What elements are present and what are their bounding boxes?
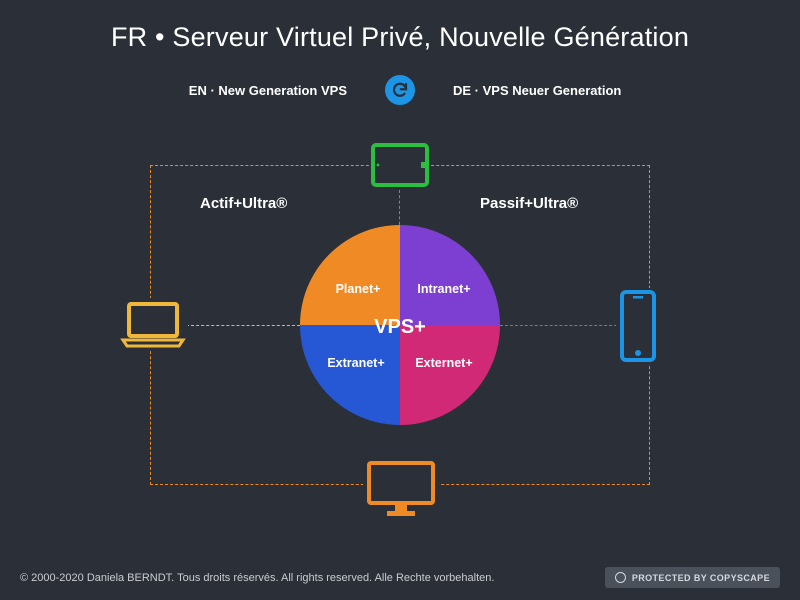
desktop-icon bbox=[363, 460, 439, 518]
category-right: Passif+Ultra® bbox=[480, 195, 578, 212]
laptop-icon bbox=[118, 298, 188, 350]
refresh-icon[interactable] bbox=[385, 75, 415, 105]
connector-right bbox=[500, 325, 622, 326]
connector-top bbox=[399, 190, 400, 230]
connector-left bbox=[186, 325, 300, 326]
quadrant-label: Externet+ bbox=[415, 356, 472, 370]
quadrant-label: Planet+ bbox=[336, 282, 381, 296]
subtitle-row: EN · New Generation VPS DE · VPS Neuer G… bbox=[0, 75, 800, 105]
diagram-stage: Actif+Ultra® Passif+Ultra® Planet+ Intra… bbox=[0, 130, 800, 540]
category-left: Actif+Ultra® bbox=[200, 195, 287, 212]
quadrant-extranet: Extranet+ bbox=[300, 325, 400, 425]
badge-text: PROTECTED BY COPYSCAPE bbox=[632, 573, 770, 583]
copyscape-badge: PROTECTED BY COPYSCAPE bbox=[605, 567, 780, 588]
quadrant-label: Extranet+ bbox=[327, 356, 384, 370]
subtitle-en: EN · New Generation VPS bbox=[147, 83, 347, 98]
pie-chart: Planet+ Intranet+ Extranet+ Externet+ VP… bbox=[300, 225, 500, 425]
quadrant-planet: Planet+ bbox=[300, 225, 400, 325]
copyright-text: © 2000-2020 Daniela BERNDT. Tous droits … bbox=[20, 572, 494, 584]
smartphone-icon bbox=[616, 288, 660, 364]
quadrant-label: Intranet+ bbox=[417, 282, 470, 296]
page-title: FR • Serveur Virtuel Privé, Nouvelle Gén… bbox=[0, 0, 800, 53]
quadrant-intranet: Intranet+ bbox=[400, 225, 500, 325]
copyright-symbol-icon bbox=[615, 572, 626, 583]
footer: © 2000-2020 Daniela BERNDT. Tous droits … bbox=[0, 555, 800, 600]
quadrant-externet: Externet+ bbox=[400, 325, 500, 425]
subtitle-de: DE · VPS Neuer Generation bbox=[453, 83, 653, 98]
tablet-icon bbox=[370, 142, 430, 188]
